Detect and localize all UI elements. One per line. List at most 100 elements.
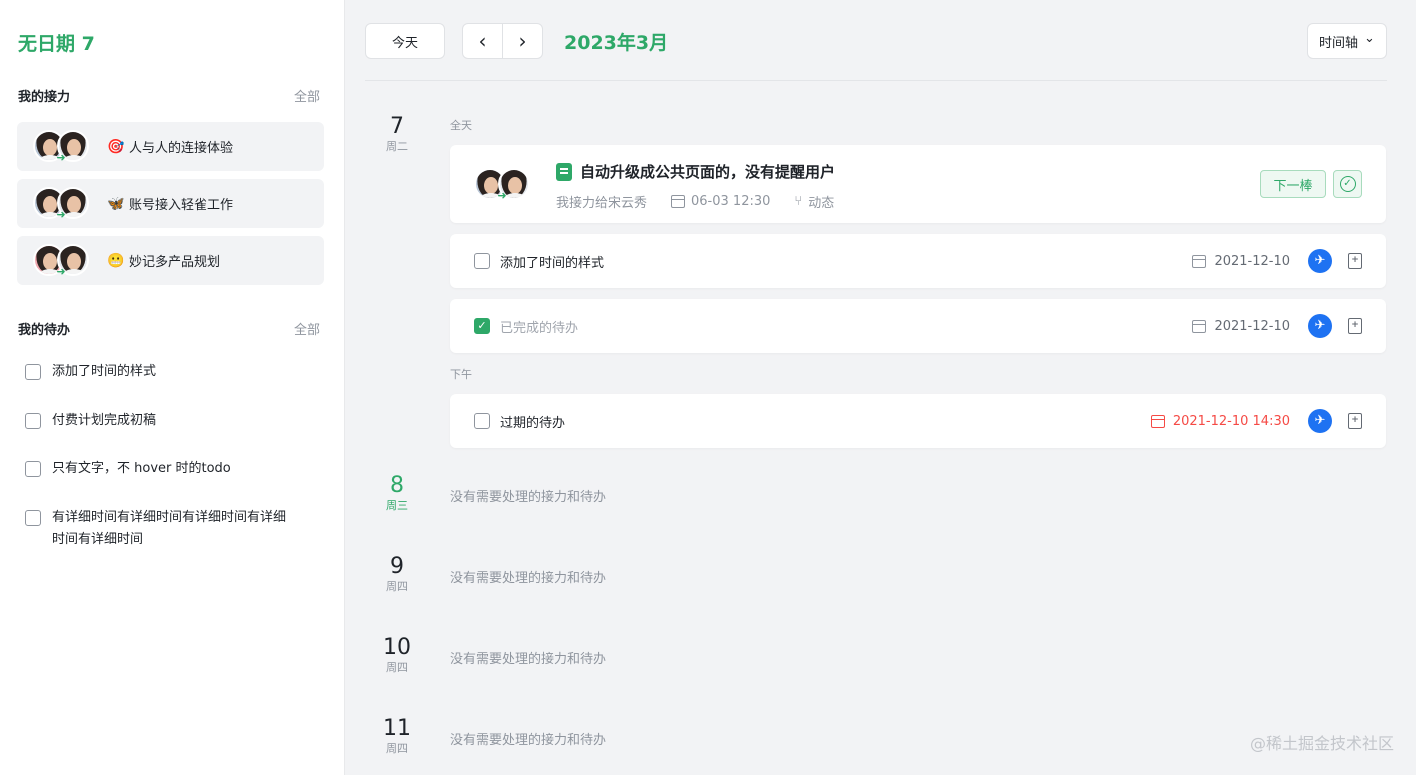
calendar-icon [1192, 319, 1207, 333]
relay-card-meta: 我接力给宋云秀 06-03 12:30 ⑂ 动态 [556, 192, 858, 211]
empty-text: 没有需要处理的接力和待办 [450, 733, 607, 748]
day-weekday: 周四 [386, 742, 408, 755]
next-relay-button[interactable]: 下一棒 [1260, 170, 1326, 198]
sidebar: 无日期 7 我的接力 全部 ➜ 🎯 人与人的连接体验 ➜ 🦋 账号接入轻雀工作 … [0, 0, 345, 775]
allday-label: 全天 [450, 119, 472, 132]
relay-label: 妙记多产品规划 [129, 255, 221, 270]
relay-arrow-icon: ➜ [56, 150, 66, 164]
task-checkbox-checked[interactable]: ✓ [474, 318, 490, 334]
day-number: 11 [383, 716, 411, 741]
task-checkbox[interactable] [474, 413, 490, 429]
relay-item[interactable]: ➜ 😬 妙记多产品规划 [17, 236, 324, 285]
todo-label: 有详细时间有详细时间有详细时间有详细时间有详细时间 [52, 510, 287, 547]
todo-item[interactable]: 添加了时间的样式 [25, 364, 315, 383]
complete-relay-button[interactable]: ✓ [1333, 170, 1362, 198]
todo-checkbox[interactable] [25, 461, 41, 477]
relay-item[interactable]: ➜ 🎯 人与人的连接体验 [17, 122, 324, 171]
day-label: 7 周二 [373, 114, 421, 154]
relay-time: 06-03 12:30 [671, 194, 770, 209]
relay-card-title[interactable]: 自动升级成公共页面的，没有提醒用户 [556, 161, 835, 182]
todo-section-header: 我的待办 全部 [18, 319, 320, 338]
task-label: 过期的待办 [500, 415, 566, 431]
add-file-icon[interactable]: + [1348, 253, 1362, 269]
task-date: 2021-12-10 [1192, 254, 1290, 269]
avatar-group: ➜ [33, 243, 91, 278]
butterfly-emoji-icon: 🦋 [107, 195, 125, 212]
day-weekday: 周三 [386, 499, 408, 512]
next-month-button[interactable]: › [502, 23, 543, 59]
lark-icon[interactable]: ✈ [1308, 409, 1332, 433]
lark-icon[interactable]: ✈ [1308, 314, 1332, 338]
chevron-down-icon: ⌄ [1364, 30, 1375, 46]
doc-icon [556, 162, 572, 181]
today-button[interactable]: 今天 [365, 23, 445, 59]
no-date-title: 无日期 7 [18, 33, 95, 55]
afternoon-label: 下午 [450, 368, 472, 381]
avatar-group: ➜ [474, 168, 532, 202]
day-weekday: 周四 [386, 661, 408, 674]
todo-all-link[interactable]: 全部 [294, 319, 320, 338]
activity-icon: ⑂ [794, 194, 803, 209]
task-date-text: 2021-12-10 [1214, 318, 1290, 334]
add-file-icon[interactable]: + [1348, 318, 1362, 334]
view-select-label: 时间轴 [1319, 35, 1359, 51]
todo-section-title: 我的待办 [18, 323, 71, 338]
grimace-emoji-icon: 😬 [107, 252, 125, 269]
relay-item[interactable]: ➜ 🦋 账号接入轻雀工作 [17, 179, 324, 228]
day-label-today: 8 周三 [373, 473, 421, 513]
relay-all-link[interactable]: 全部 [294, 86, 320, 105]
task-card[interactable]: ✓ 已完成的待办 2021-12-10 ✈ + [450, 299, 1386, 353]
todo-item[interactable]: 付费计划完成初稿 [25, 413, 315, 432]
todo-item[interactable]: 有详细时间有详细时间有详细时间有详细时间有详细时间 [25, 510, 295, 551]
calendar-icon [671, 195, 686, 208]
relay-section-header: 我的接力 全部 [18, 86, 320, 105]
relay-section-title: 我的接力 [18, 90, 71, 105]
day-number: 10 [383, 635, 411, 660]
todo-checkbox[interactable] [25, 510, 41, 526]
empty-text: 没有需要处理的接力和待办 [450, 652, 607, 667]
empty-text: 没有需要处理的接力和待办 [450, 571, 607, 586]
todo-checkbox[interactable] [25, 413, 41, 429]
empty-text: 没有需要处理的接力和待办 [450, 490, 607, 505]
day-weekday: 周四 [386, 580, 408, 593]
relay-activity-text: 动态 [808, 196, 835, 211]
relay-arrow-icon: ➜ [56, 207, 66, 221]
task-checkbox[interactable] [474, 253, 490, 269]
relay-arrow-icon: ➜ [497, 189, 507, 202]
task-label: 已完成的待办 [500, 320, 579, 336]
target-emoji-icon: 🎯 [107, 138, 125, 155]
watermark: @稀土掘金技术社区 [1249, 734, 1394, 753]
task-date-overdue: 2021-12-10 14:30 [1150, 413, 1290, 429]
avatar-group: ➜ [33, 129, 91, 164]
day-label: 10 周四 [373, 635, 421, 675]
task-label: 添加了时间的样式 [500, 255, 605, 271]
prev-month-button[interactable]: ‹ [462, 23, 503, 59]
task-date-text: 2021-12-10 [1214, 253, 1290, 269]
task-card[interactable]: 添加了时间的样式 2021-12-10 ✈ + [450, 234, 1386, 288]
view-select[interactable]: 时间轴 ⌄ [1307, 23, 1387, 59]
day-weekday: 周二 [386, 140, 408, 153]
task-actions: 2021-12-10 ✈ + [1192, 299, 1362, 353]
task-date: 2021-12-10 [1192, 319, 1290, 334]
todo-label: 付费计划完成初稿 [52, 413, 157, 428]
toolbar-divider [365, 80, 1387, 81]
task-date-text: 2021-12-10 14:30 [1172, 413, 1290, 429]
relay-card-title-text: 自动升级成公共页面的，没有提醒用户 [580, 163, 836, 181]
relay-label: 人与人的连接体验 [129, 141, 234, 156]
add-file-icon[interactable]: + [1348, 413, 1362, 429]
relay-arrow-icon: ➜ [56, 264, 66, 278]
relay-label: 账号接入轻雀工作 [129, 198, 234, 213]
timeline-main: 今天 ‹ › 2023年3月 时间轴 ⌄ 7 周二 全天 ➜ 自动升级成公共页面… [345, 0, 1416, 775]
todo-label: 只有文字，不 hover 时的todo [52, 461, 231, 476]
task-card[interactable]: 过期的待办 2021-12-10 14:30 ✈ + [450, 394, 1386, 448]
relay-activity[interactable]: ⑂ 动态 [794, 192, 834, 211]
day-number: 9 [390, 554, 404, 579]
calendar-icon [1192, 254, 1207, 268]
relay-from: 我接力给宋云秀 [556, 196, 648, 211]
todo-item[interactable]: 只有文字，不 hover 时的todo [25, 461, 315, 480]
lark-icon[interactable]: ✈ [1308, 249, 1332, 273]
day-label: 9 周四 [373, 554, 421, 594]
todo-checkbox[interactable] [25, 364, 41, 380]
relay-card[interactable]: ➜ 自动升级成公共页面的，没有提醒用户 我接力给宋云秀 06-03 12:30 … [450, 145, 1386, 223]
day-number: 8 [390, 473, 404, 498]
